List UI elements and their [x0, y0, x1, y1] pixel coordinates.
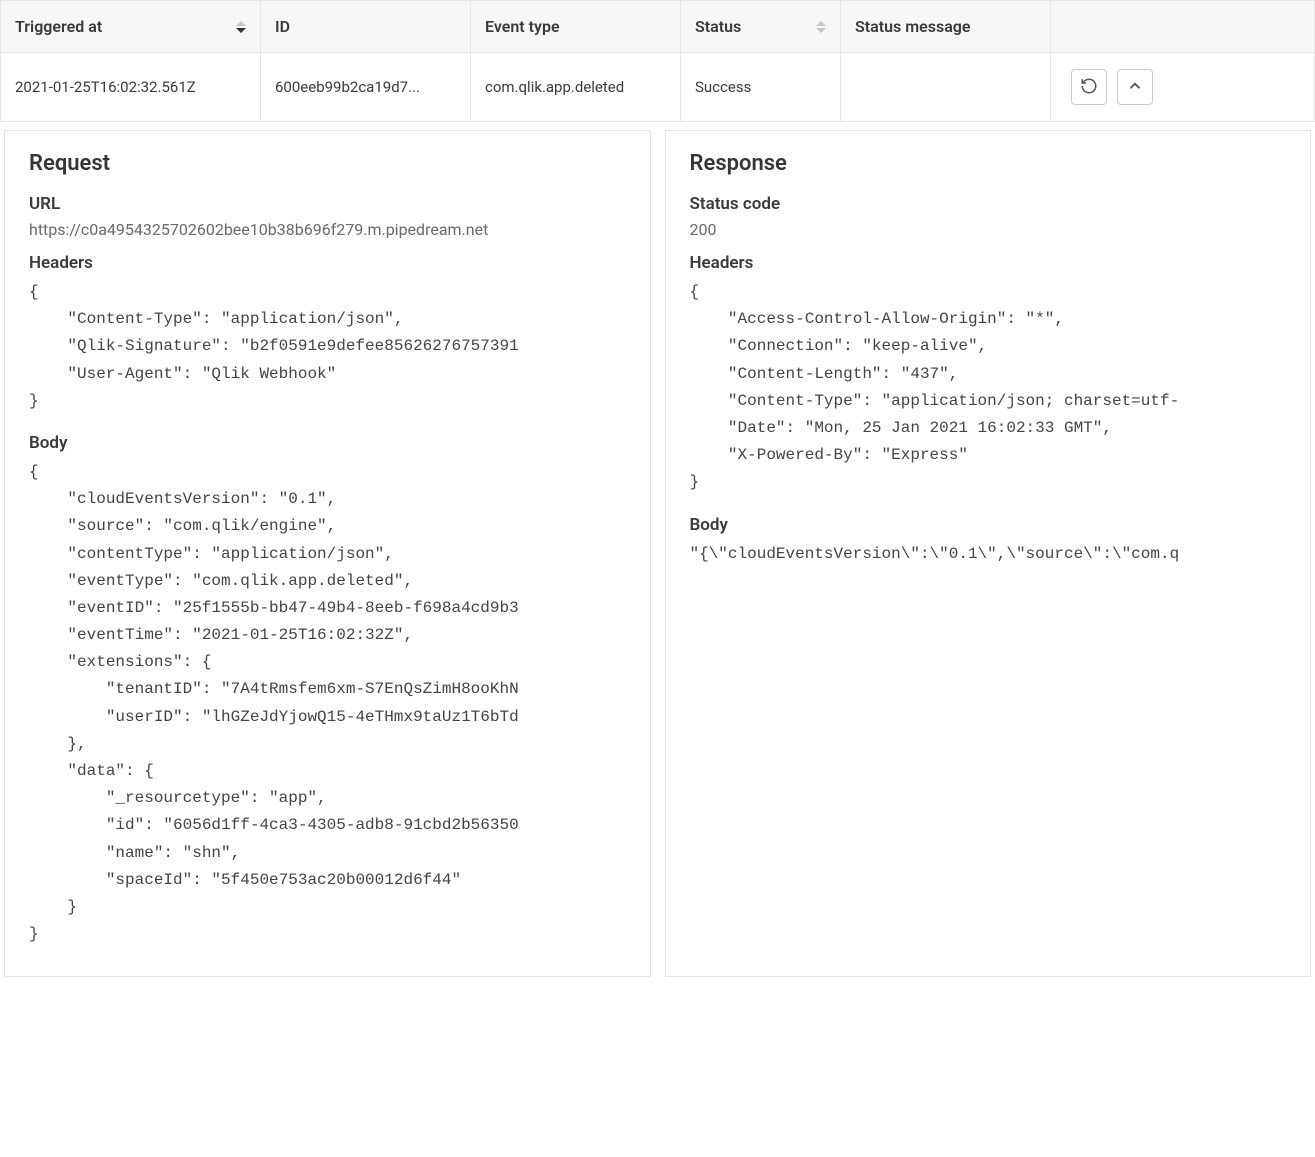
cell-id: 600eeb99b2ca19d7... — [261, 53, 471, 122]
resp-body-label: Body — [690, 515, 1287, 535]
col-triggered-at[interactable]: Triggered at — [1, 1, 261, 53]
request-title: Request — [29, 151, 626, 176]
request-body-code[interactable]: { "cloudEventsVersion": "0.1", "source":… — [29, 459, 626, 952]
status-code-value: 200 — [690, 220, 1287, 239]
col-actions — [1051, 1, 1315, 53]
resp-headers-label: Headers — [690, 253, 1287, 273]
col-status[interactable]: Status — [681, 1, 841, 53]
refresh-icon — [1080, 77, 1098, 98]
request-panel: Request URL https://c0a4954325702602bee1… — [4, 130, 651, 977]
body-label: Body — [29, 433, 626, 453]
col-label: Event type — [485, 17, 560, 36]
chevron-up-icon — [1126, 77, 1144, 98]
url-value: https://c0a4954325702602bee10b38b696f279… — [29, 220, 626, 239]
cell-event-type: com.qlik.app.deleted — [471, 53, 681, 122]
cell-status-message — [841, 53, 1051, 122]
col-label: ID — [275, 17, 290, 36]
col-event-type[interactable]: Event type — [471, 1, 681, 53]
table-header-row: Triggered at ID Event type Status Status… — [1, 1, 1315, 53]
retry-button[interactable] — [1071, 69, 1107, 105]
collapse-button[interactable] — [1117, 69, 1153, 105]
col-label: Triggered at — [15, 17, 102, 36]
response-headers-code[interactable]: { "Access-Control-Allow-Origin": "*", "C… — [690, 279, 1287, 501]
cell-actions — [1051, 53, 1315, 122]
col-id[interactable]: ID — [261, 1, 471, 53]
headers-label: Headers — [29, 253, 626, 273]
response-title: Response — [690, 151, 1287, 176]
col-label: Status — [695, 17, 741, 36]
details-panels: Request URL https://c0a4954325702602bee1… — [0, 122, 1315, 991]
table-row[interactable]: 2021-01-25T16:02:32.561Z 600eeb99b2ca19d… — [1, 53, 1315, 122]
col-label: Status message — [855, 17, 971, 36]
col-status-message[interactable]: Status message — [841, 1, 1051, 53]
status-code-label: Status code — [690, 194, 1287, 214]
sort-icon[interactable] — [816, 21, 826, 33]
response-body-code[interactable]: "{\"cloudEventsVersion\":\"0.1\",\"sourc… — [690, 541, 1287, 572]
response-panel: Response Status code 200 Headers { "Acce… — [665, 130, 1312, 977]
events-table: Triggered at ID Event type Status Status… — [0, 0, 1315, 122]
request-headers-code[interactable]: { "Content-Type": "application/json", "Q… — [29, 279, 626, 419]
cell-status: Success — [681, 53, 841, 122]
cell-triggered-at: 2021-01-25T16:02:32.561Z — [1, 53, 261, 122]
url-label: URL — [29, 194, 626, 214]
sort-icon[interactable] — [236, 21, 246, 33]
